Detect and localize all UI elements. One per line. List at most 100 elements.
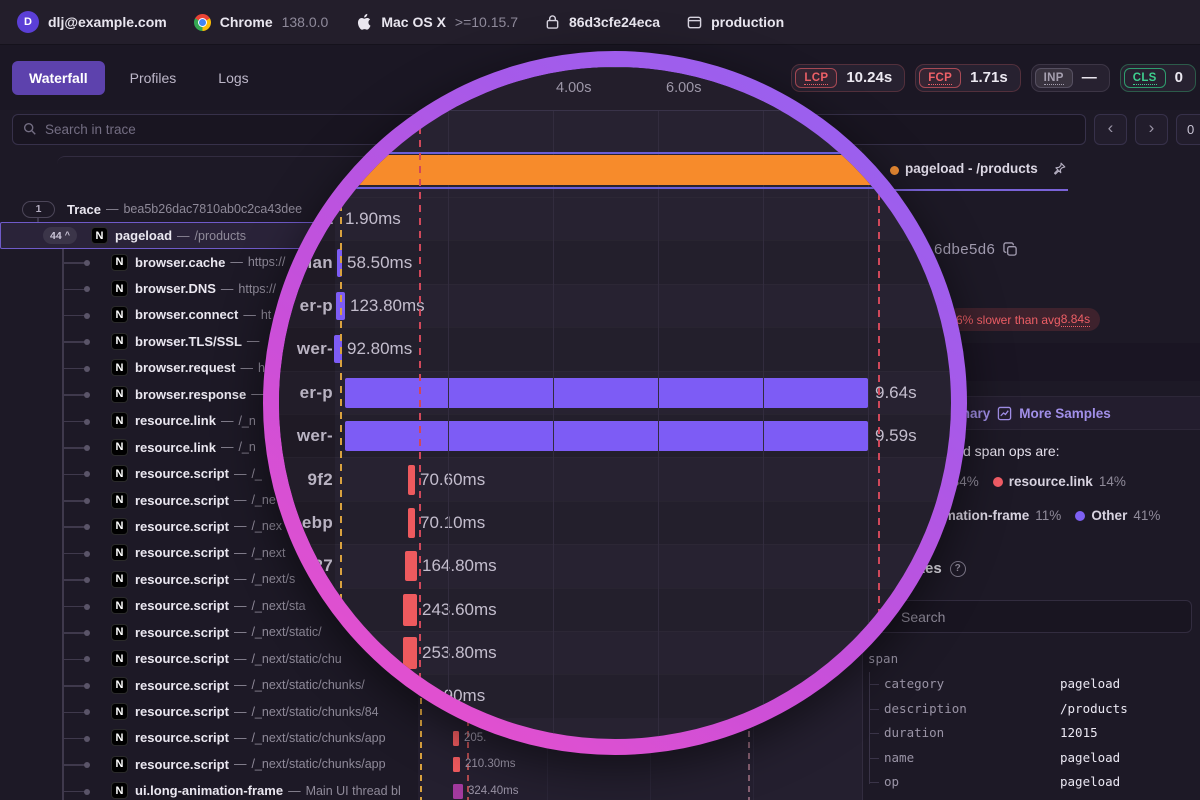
- nextjs-icon: N: [111, 597, 128, 614]
- span-row-border: [279, 187, 951, 189]
- nextjs-icon: N: [111, 544, 128, 561]
- search-icon: [23, 122, 37, 136]
- magnified-span-row[interactable]: ebp70.10ms: [279, 501, 951, 544]
- magnified-span-row[interactable]: wer-9.59s: [279, 414, 951, 457]
- user-email: dlj@example.com: [48, 14, 167, 30]
- separator: —: [234, 572, 247, 586]
- more-samples-link[interactable]: More Samples: [1019, 406, 1111, 421]
- magnified-span-row[interactable]: er-p 123.80ms: [279, 284, 951, 327]
- tree-connector: [62, 764, 85, 766]
- span-duration-bar[interactable]: [453, 757, 460, 772]
- separator: —: [247, 334, 260, 348]
- tree-connector: [62, 553, 85, 555]
- copy-icon[interactable]: [1003, 242, 1018, 257]
- tree-connector: [62, 712, 85, 714]
- span-duration-label: 205.: [464, 732, 486, 744]
- magnified-tree-fragment: 9f2: [279, 470, 333, 490]
- span-op-name: browser.request: [135, 360, 235, 375]
- span-description: /products: [195, 229, 246, 243]
- tree-connector: [62, 368, 85, 370]
- nextjs-icon: N: [111, 677, 128, 694]
- span-op-name: resource.script: [135, 466, 229, 481]
- nextjs-icon: N: [111, 359, 128, 376]
- span-op-name: resource.script: [135, 545, 229, 560]
- magnified-span-row[interactable]: 9f270.60ms: [279, 457, 951, 500]
- release-group: 86d3cfe24eca: [545, 14, 660, 30]
- magnified-span-row[interactable]: wer-92.80ms: [279, 327, 951, 370]
- nextjs-icon: N: [111, 782, 128, 799]
- tab-logs[interactable]: Logs: [201, 61, 265, 95]
- attribute-row[interactable]: namepageload: [862, 746, 1200, 771]
- span-op-name: resource.script: [135, 757, 229, 772]
- magnified-span-row[interactable]: 527 164.80ms: [279, 544, 951, 587]
- environment-label: production: [711, 14, 784, 30]
- separator: —: [221, 414, 234, 428]
- separator: —: [221, 440, 234, 454]
- prev-result-button[interactable]: ‹: [1094, 114, 1127, 145]
- span-duration-bar[interactable]: [453, 731, 459, 746]
- environment-group: production: [687, 14, 784, 30]
- separator: —: [230, 255, 243, 269]
- user-group[interactable]: D dlj@example.com: [17, 11, 167, 33]
- magnified-span-row[interactable]: 22.90ms: [279, 674, 951, 717]
- span-duration-bar[interactable]: [408, 465, 415, 495]
- metric-cls[interactable]: CLS0: [1120, 64, 1196, 92]
- result-count[interactable]: 0: [1176, 114, 1200, 145]
- magnified-span-row[interactable]: er-p9.64s: [279, 371, 951, 414]
- separator: —: [288, 784, 301, 798]
- span-description: https://: [238, 282, 276, 296]
- trace-row[interactable]: Nresource.script—/_next/static/chunks/ap…: [0, 725, 418, 751]
- trace-row[interactable]: Nui.long-animation-frame—Main UI thread …: [0, 778, 418, 800]
- magnified-span-row[interactable]: 253.80ms: [279, 631, 951, 674]
- separator: —: [234, 705, 247, 719]
- span-duration-bar[interactable]: [408, 508, 415, 538]
- span-op-name: resource.script: [135, 519, 229, 534]
- span-op-name: resource.link: [135, 413, 216, 428]
- op-label: Other: [1091, 508, 1127, 523]
- span-description: /_next/static/chunks/app: [251, 757, 385, 771]
- tree-connector: [62, 500, 85, 502]
- help-icon[interactable]: ?: [950, 561, 966, 577]
- op-label: imation-frame: [940, 508, 1029, 523]
- span-duration-bar[interactable]: [403, 594, 417, 626]
- magnifier-ring: a1.90mslan58.50ms er-p 123.80ms wer-92.80ms…: [263, 51, 967, 755]
- browser-group: Chrome 138.0.0: [194, 14, 329, 31]
- magnified-span-row[interactable]: a1.90ms: [279, 197, 951, 240]
- magnified-tree-fragment: 527: [279, 556, 333, 576]
- metric-inp[interactable]: INP—: [1031, 64, 1110, 92]
- pageload-span-bar[interactable]: [279, 155, 951, 185]
- separator: —: [234, 493, 247, 507]
- pin-icon[interactable]: [1052, 161, 1067, 181]
- span-duration-bar[interactable]: [345, 421, 868, 451]
- magnified-span-row[interactable]: lan58.50ms: [279, 240, 951, 283]
- separator: —: [234, 467, 247, 481]
- span-duration-bar[interactable]: [403, 681, 415, 711]
- span-duration-bar[interactable]: [405, 551, 417, 581]
- lock-icon: [545, 14, 560, 30]
- attribute-row[interactable]: oppageload: [862, 770, 1200, 795]
- span-duration-bar[interactable]: [403, 637, 417, 669]
- trace-row[interactable]: Nresource.script—/_next/static/chunks/ap…: [0, 751, 418, 777]
- magnified-span-row[interactable]: sta243.60ms: [279, 588, 951, 631]
- span-duration-bar[interactable]: [345, 378, 868, 408]
- magnified-tree-fragment: wer-: [279, 426, 333, 446]
- span-description: bea5b26dac7810ab0c2ca43dee: [123, 202, 302, 216]
- tree-connector: [62, 315, 85, 317]
- separator: —: [234, 546, 247, 560]
- nextjs-icon: N: [111, 254, 128, 271]
- separator: —: [243, 308, 256, 322]
- apple-icon: [355, 13, 372, 31]
- span-duration-label: 164.80ms: [422, 556, 497, 576]
- chart-icon: [997, 406, 1012, 421]
- span-duration-bar[interactable]: [453, 784, 463, 799]
- span-duration-label: 123.80ms: [350, 296, 425, 316]
- magnified-tree-fragment: er-p: [279, 296, 333, 316]
- tab-profiles[interactable]: Profiles: [113, 61, 194, 95]
- tree-connector: [62, 791, 85, 793]
- tree-connector: [62, 341, 85, 343]
- attribute-row[interactable]: duration12015: [862, 721, 1200, 746]
- expand-badge[interactable]: 44^: [43, 227, 77, 244]
- tab-waterfall[interactable]: Waterfall: [12, 61, 105, 95]
- next-result-button[interactable]: ›: [1135, 114, 1168, 145]
- magnifier-lens: a1.90mslan58.50ms er-p 123.80ms wer-92.80ms…: [279, 67, 951, 739]
